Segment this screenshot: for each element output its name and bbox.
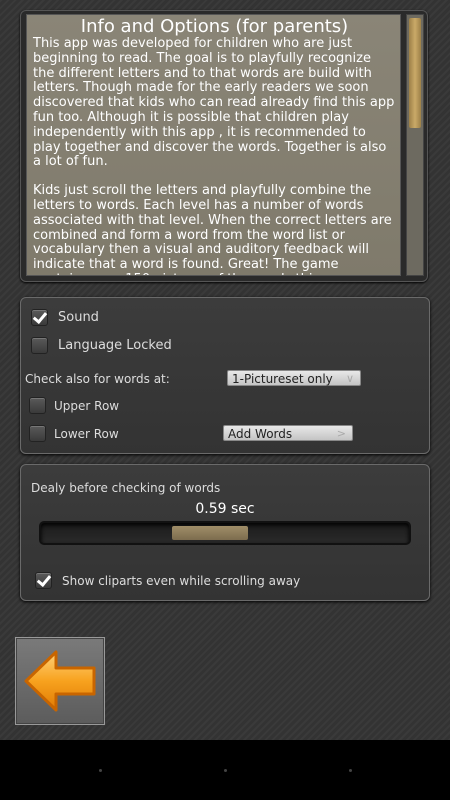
nav-back-dot[interactable] xyxy=(99,769,102,772)
picture-set-select[interactable]: 1-Pictureset only ∨ xyxy=(227,370,361,386)
chevron-right-icon: > xyxy=(336,427,346,440)
back-arrow-icon xyxy=(24,650,96,712)
sound-checkbox[interactable] xyxy=(31,309,48,326)
upper-row-checkbox[interactable] xyxy=(29,397,46,414)
language-locked-option[interactable]: Language Locked xyxy=(31,337,172,354)
info-scrollbar-thumb[interactable] xyxy=(409,18,421,128)
back-button[interactable] xyxy=(15,637,105,725)
info-title: Info and Options (for parents) xyxy=(80,16,349,37)
check-words-label: Check also for words at: xyxy=(25,372,170,386)
show-cliparts-option[interactable]: Show cliparts even while scrolling away xyxy=(35,572,300,589)
info-body: This app was developed for children who … xyxy=(33,36,396,275)
delay-slider[interactable] xyxy=(39,521,411,545)
info-panel: Info and Options (for parents) This app … xyxy=(20,10,428,282)
info-paragraph: This app was developed for children who … xyxy=(33,36,395,170)
info-scrollbar[interactable] xyxy=(406,14,424,276)
lower-row-label: Lower Row xyxy=(54,426,119,441)
add-words-button[interactable]: Add Words > xyxy=(223,425,353,441)
options-panel: Sound Language Locked Check also for wor… xyxy=(20,297,430,454)
info-paragraph: Kids just scroll the letters and playful… xyxy=(33,183,392,275)
delay-panel: Dealy before checking of words 0.59 sec … xyxy=(20,464,430,601)
picture-set-select-value: 1-Pictureset only xyxy=(232,372,333,386)
add-words-label: Add Words xyxy=(228,427,293,441)
lower-row-option[interactable]: Lower Row xyxy=(29,425,119,442)
delay-slider-thumb[interactable] xyxy=(172,526,249,540)
lower-row-checkbox[interactable] xyxy=(29,425,46,442)
show-cliparts-label: Show cliparts even while scrolling away xyxy=(62,573,301,588)
options-screen: Info and Options (for parents) This app … xyxy=(0,0,450,740)
language-locked-checkbox[interactable] xyxy=(31,337,48,354)
info-scroll-area[interactable]: Info and Options (for parents) This app … xyxy=(26,14,401,276)
delay-value: 0.59 sec xyxy=(195,501,255,517)
upper-row-option[interactable]: Upper Row xyxy=(29,397,119,414)
sound-option[interactable]: Sound xyxy=(31,309,99,326)
show-cliparts-checkbox[interactable] xyxy=(35,572,52,589)
language-locked-label: Language Locked xyxy=(58,338,172,353)
nav-home-dot[interactable] xyxy=(224,769,227,772)
nav-recents-dot[interactable] xyxy=(349,769,352,772)
upper-row-label: Upper Row xyxy=(54,398,120,413)
delay-label: Dealy before checking of words xyxy=(31,481,221,495)
sound-label: Sound xyxy=(58,310,99,325)
system-nav-bar xyxy=(0,740,450,800)
chevron-down-icon: ∨ xyxy=(345,372,354,385)
